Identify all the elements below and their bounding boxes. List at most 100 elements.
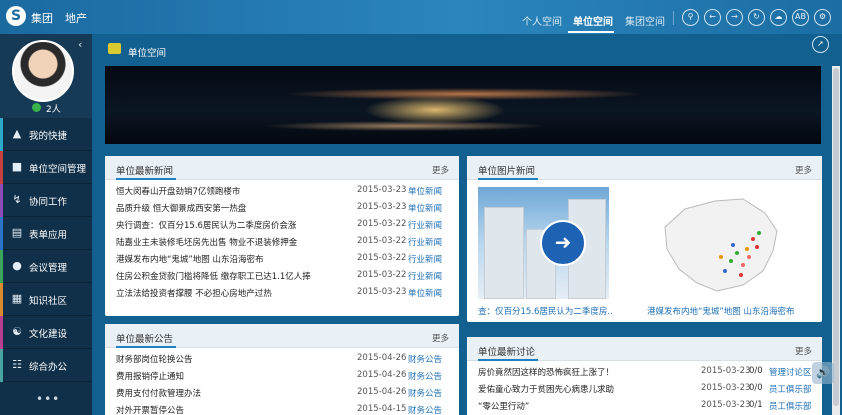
notice-date: 2015-04-26 [357, 353, 407, 363]
photo-caption[interactable]: 查：仅百分15.6居民认为二季度房... [478, 305, 613, 317]
sidebar-item-knowledge[interactable]: ▦ 知识社区 [0, 283, 92, 316]
meeting-icon: ● [12, 259, 22, 272]
sidebar-item-culture[interactable]: ☯ 文化建设 [0, 316, 92, 349]
scrollbar-thumb[interactable] [833, 68, 839, 406]
list-item[interactable]: 住房公积金贷款门槛将降低 缴存职工已达1.1亿人捧 2015-03-22 行业新… [116, 267, 451, 283]
sidebar-item-label: 表单应用 [29, 230, 68, 241]
list-item[interactable]: 恒大闵春山开盘劲销7亿领跑楼市 2015-03-23 单位新闻 [116, 182, 451, 198]
sidebar-item-forms[interactable]: ▤ 表单应用 [0, 217, 92, 250]
notice-category[interactable]: 财务公告 [408, 387, 442, 399]
discussion-title[interactable]: 爱佑童心致力于贫困先心病患儿求助 [478, 383, 614, 395]
cloud-icon[interactable]: ☁ [770, 9, 787, 26]
news-title[interactable]: 陆嘉业主未装修毛坯房先出售 物业不退装修押金 [116, 236, 297, 248]
brand-name: 集团 [31, 12, 53, 25]
notice-category[interactable]: 财务公告 [408, 353, 442, 365]
notice-title[interactable]: 财务部岗位轮换公告 [116, 353, 193, 365]
notice-category[interactable]: 财务公告 [408, 404, 442, 415]
news-category[interactable]: 行业新闻 [408, 219, 442, 231]
collapse-sidebar-icon[interactable]: ‹ [78, 38, 82, 51]
speaker-icon[interactable]: 🔊 [812, 362, 834, 384]
refresh-icon[interactable]: ↻ [748, 9, 765, 26]
search-icon[interactable]: ⚲ [682, 9, 699, 26]
shortcut-icon: ▲ [12, 127, 22, 140]
news-date: 2015-03-23 [357, 287, 407, 297]
discussion-count: 0/0 [749, 383, 763, 393]
sidebar-item-meetings[interactable]: ● 会议管理 [0, 250, 92, 283]
tab-personal-space[interactable]: 个人空间 [522, 13, 562, 28]
news-title[interactable]: 恒大闵春山开盘劲销7亿领跑楼市 [116, 185, 240, 197]
list-item[interactable]: 对外开票暂停公告 2015-04-15 财务公告 [116, 401, 451, 415]
list-item[interactable]: 央行调查：仅百分15.6居民认为二季度房价会涨 2015-03-22 行业新闻 [116, 216, 451, 232]
news-category[interactable]: 行业新闻 [408, 236, 442, 248]
list-item[interactable]: 品质升级 恒大御景成西安第一热盘 2015-03-23 单位新闻 [116, 199, 451, 215]
news-panel: 单位最新新闻 更多 恒大闵春山开盘劲销7亿领跑楼市 2015-03-23 单位新… [105, 156, 459, 316]
panel-title-underline [116, 178, 176, 180]
news-title[interactable]: 品质升级 恒大御景成西安第一热盘 [116, 202, 246, 214]
more-menu-icon[interactable]: ••• [36, 392, 60, 406]
menu-accent [0, 184, 3, 217]
forward-icon[interactable]: → [726, 9, 743, 26]
news-title[interactable]: 央行调查：仅百分15.6居民认为二季度房价会涨 [116, 219, 296, 231]
discussion-forum[interactable]: 管理讨论区 [769, 366, 812, 378]
news-category[interactable]: 单位新闻 [408, 185, 442, 197]
discussion-date: 2015-03-23 [701, 366, 751, 376]
more-link[interactable]: 更多 [432, 332, 449, 344]
list-item[interactable]: 房价竟然因这样的恐怖疯狂上涨了！ 2015-03-23 0/0 管理讨论区 [478, 363, 818, 379]
tab-group-space[interactable]: 集团空间 [625, 13, 665, 28]
news-category[interactable]: 单位新闻 [408, 287, 442, 299]
news-category[interactable]: 单位新闻 [408, 202, 442, 214]
list-item[interactable]: 财务部岗位轮换公告 2015-04-26 财务公告 [116, 350, 451, 366]
divider [673, 11, 674, 25]
news-date: 2015-03-22 [357, 253, 407, 263]
sidebar-item-unit-space-management[interactable]: ■ 单位空间管理 [0, 151, 92, 184]
list-item[interactable]: 费用支付付款管理办法 2015-04-26 财务公告 [116, 384, 451, 400]
tab-unit-space[interactable]: 单位空间 [573, 13, 613, 28]
news-title[interactable]: 住房公积金贷款门槛将降低 缴存职工已达1.1亿人捧 [116, 270, 311, 282]
page-title: 单位空间 [128, 48, 167, 59]
notice-category[interactable]: 财务公告 [408, 370, 442, 382]
list-item[interactable]: “零公里行动” 2015-03-23 0/1 员工俱乐部 [478, 397, 818, 413]
sidebar-item-office[interactable]: ☷ 综合办公 [0, 349, 92, 382]
sidebar-item-label: 我的快捷 [29, 131, 68, 142]
news-photo-china-map[interactable] [645, 187, 790, 299]
list-item[interactable]: 陆嘉业主未装修毛坯房先出售 物业不退装修押金 2015-03-22 行业新闻 [116, 233, 451, 249]
form-icon: ▤ [11, 226, 23, 239]
sidebar-item-label: 文化建设 [29, 329, 68, 340]
settings-icon[interactable]: ⚙ [814, 9, 831, 26]
photo-caption[interactable]: 港媒发布内地“鬼城”地图 山东沿海密布 [647, 305, 795, 317]
list-item[interactable]: 立法法给投资者撑腰 不必担心房地产过热 2015-03-23 单位新闻 [116, 284, 451, 300]
sidebar: ‹ 2人 ▲ 我的快捷 ■ 单位空间管理 ↯ 协同工作 ▤ 表单应用 ● 会议管… [0, 34, 92, 415]
news-date: 2015-03-22 [357, 236, 407, 246]
sidebar-item-label: 协同工作 [29, 197, 68, 208]
more-link[interactable]: 更多 [795, 345, 812, 357]
discussion-title[interactable]: “零公里行动” [478, 400, 529, 412]
news-photo-buildings[interactable]: ➜ [478, 187, 609, 299]
avatar[interactable] [12, 40, 74, 102]
discussion-title[interactable]: 房价竟然因这样的恐怖疯狂上涨了！ [478, 366, 614, 378]
list-item[interactable]: 费用报销停止通知 2015-04-26 财务公告 [116, 367, 451, 383]
notice-title[interactable]: 费用支付付款管理办法 [116, 387, 201, 399]
list-item[interactable]: 港媒发布内地“鬼城”地图 山东沿海密布 2015-03-22 行业新闻 [116, 250, 451, 266]
font-size-icon[interactable]: AB [792, 9, 809, 26]
more-link[interactable]: 更多 [795, 164, 812, 176]
menu-accent [0, 316, 3, 349]
discussion-forum[interactable]: 员工俱乐部 [769, 400, 812, 412]
more-link[interactable]: 更多 [432, 164, 449, 176]
news-category[interactable]: 行业新闻 [408, 270, 442, 282]
panel-header: 单位最新公告 更多 [105, 324, 459, 348]
back-icon[interactable]: ← [704, 9, 721, 26]
logo-icon[interactable]: S [6, 6, 26, 26]
compass-icon[interactable]: ➚ [812, 36, 829, 53]
list-item[interactable]: 爱佑童心致力于贫困先心病患儿求助 2015-03-23 0/0 员工俱乐部 [478, 380, 818, 396]
notice-title[interactable]: 对外开票暂停公告 [116, 404, 184, 415]
news-date: 2015-03-23 [357, 185, 407, 195]
news-title[interactable]: 港媒发布内地“鬼城”地图 山东沿海密布 [116, 253, 264, 265]
discussion-forum[interactable]: 员工俱乐部 [769, 383, 812, 395]
sidebar-item-shortcuts[interactable]: ▲ 我的快捷 [0, 118, 92, 151]
news-date: 2015-03-23 [357, 202, 407, 212]
news-category[interactable]: 行业新闻 [408, 253, 442, 265]
menu-accent [0, 250, 3, 283]
sidebar-item-collaboration[interactable]: ↯ 协同工作 [0, 184, 92, 217]
news-title[interactable]: 立法法给投资者撑腰 不必担心房地产过热 [116, 287, 272, 299]
notice-title[interactable]: 费用报销停止通知 [116, 370, 184, 382]
